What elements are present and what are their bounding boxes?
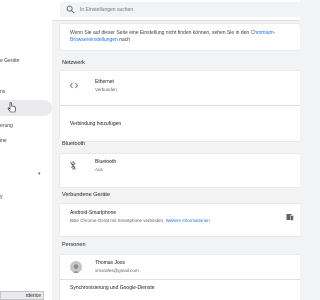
android-smartphone-row[interactable]: Android-Smartphone Bitte Chrome-Gerät mi… (60, 204, 300, 236)
settings-app: e Geräte ns erung ine ▾ y rderice In Ein… (0, 0, 300, 300)
section-title-devices: Verbundene Geräte (62, 192, 111, 198)
sidebar-item-connections[interactable]: ns (0, 89, 5, 95)
ethernet-status: Verbunden (95, 87, 117, 92)
people-card: Thomas Joos smorafes@gmail.com Synchroni… (60, 255, 300, 300)
sidebar-item-label: erung (0, 123, 13, 129)
section-title-people: Personen (62, 242, 86, 248)
android-smartphone-desc-text: Bitte Chrome-Gerät mit Smartphone verbin… (70, 218, 165, 223)
sidebar-item-label: y (0, 194, 3, 200)
sidebar-item-label: ine (0, 138, 7, 144)
network-card: Ethernet Verbunden Verbindung hinzufügen (60, 71, 300, 141)
person-icon (72, 264, 80, 273)
add-connection-label: Verbindung hinzufügen (70, 121, 122, 127)
section-title-bluetooth: Bluetooth (62, 141, 86, 147)
account-email: smorafes@gmail.com (95, 268, 139, 273)
search-box[interactable] (60, 2, 300, 17)
sidebar-item-label: ns (0, 89, 6, 95)
phone-link-icon (286, 214, 294, 221)
account-row[interactable]: Thomas Joos smorafes@gmail.com (60, 255, 300, 279)
bluetooth-off-icon (70, 161, 76, 170)
main-content: Wenn Sie auf dieser Seite eine Einstellu… (52, 20, 300, 300)
sync-label: Synchronisierung und Google-Dienste (70, 285, 155, 291)
top-bar (52, 0, 300, 21)
search-icon[interactable] (66, 5, 75, 14)
notice-text-after: nach (117, 37, 131, 43)
sidebar: e Geräte ns erung ine ▾ y rderice (0, 0, 52, 300)
avatar (70, 261, 82, 273)
ethernet-title: Ethernet (95, 79, 114, 85)
sidebar-item-privacy[interactable]: y (0, 194, 3, 200)
sidebar-item-search-engine[interactable]: ine (0, 138, 7, 144)
section-title-network: Netzwerk (62, 60, 85, 66)
notice-text-before: Wenn Sie auf dieser Seite eine Einstellu… (70, 30, 251, 36)
bluetooth-status: Aus (95, 167, 103, 172)
add-connection-row[interactable]: Verbindung hinzufügen (60, 105, 300, 141)
bluetooth-title: Bluetooth (95, 159, 117, 165)
sidebar-item-devices[interactable]: e Geräte (0, 58, 19, 64)
android-smartphone-title: Android-Smartphone (70, 210, 117, 216)
notice-card: Wenn Sie auf dieser Seite eine Einstellu… (60, 24, 300, 50)
sidebar-item-personalization[interactable]: erung (0, 123, 13, 129)
android-smartphone-desc: Bitte Chrome-Gerät mit Smartphone verbin… (70, 218, 210, 223)
learn-more-link[interactable]: Weitere Informationen (166, 218, 210, 223)
hand-cursor-icon (7, 102, 16, 113)
notice-text: Wenn Sie auf dieser Seite eine Einstellu… (70, 30, 280, 44)
chevron-down-icon[interactable]: ▾ (38, 171, 41, 177)
ethernet-row[interactable]: Ethernet Verbunden (60, 71, 300, 105)
sidebar-bottom-button[interactable]: rderice (0, 291, 44, 300)
sidebar-item-label: e Geräte (0, 58, 20, 64)
account-name: Thomas Joos (95, 260, 126, 266)
search-input[interactable] (80, 4, 280, 15)
bluetooth-card: Bluetooth Aus (60, 154, 300, 187)
sync-row[interactable]: Synchronisierung und Google-Dienste (60, 279, 300, 300)
sidebar-bottom-label: rderice (25, 293, 41, 299)
bluetooth-row[interactable]: Bluetooth Aus (60, 154, 300, 187)
devices-card: Android-Smartphone Bitte Chrome-Gerät mi… (60, 204, 300, 236)
ethernet-icon (70, 82, 78, 89)
